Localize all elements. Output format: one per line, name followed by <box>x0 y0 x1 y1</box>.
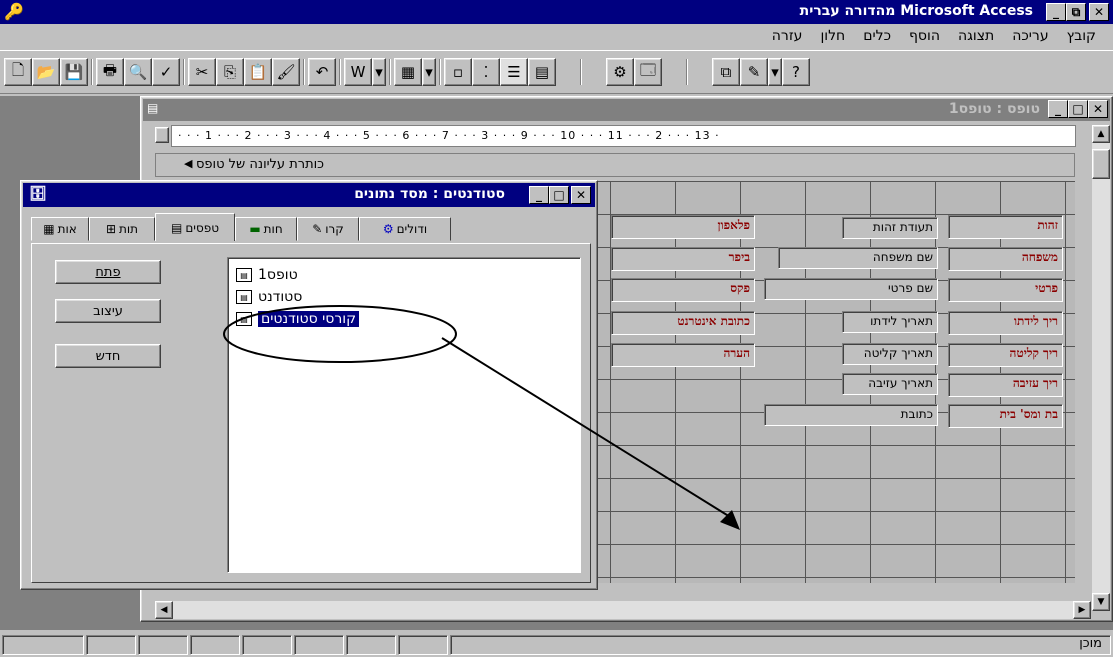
status-cell <box>398 634 448 655</box>
annotation-overlay <box>223 305 740 530</box>
status-cell <box>86 634 136 655</box>
annotation-arrow-line <box>441 337 736 521</box>
status-cell <box>190 634 240 655</box>
status-bar: מוכן <box>0 632 1113 657</box>
status-cell <box>2 634 84 655</box>
status-cell <box>138 634 188 655</box>
status-cell <box>346 634 396 655</box>
status-text-cell: מוכן <box>450 634 1111 655</box>
highlight-ellipse <box>223 305 457 363</box>
status-text: מוכן <box>1079 635 1102 651</box>
status-cell <box>294 634 344 655</box>
status-cell <box>242 634 292 655</box>
